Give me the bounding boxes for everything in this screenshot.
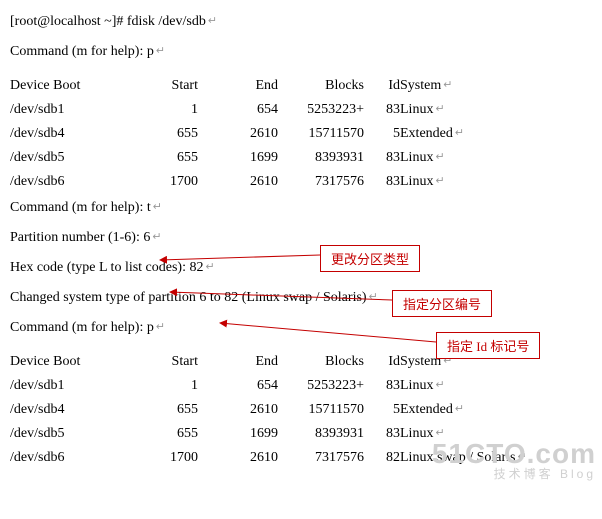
partition-table-1: Device Boot Start End Blocks Id System↵ … bbox=[10, 74, 550, 194]
shell-prompt: [root@localhost ~]# fdisk /dev/sdb↵ bbox=[10, 14, 592, 30]
cmd-text: Command (m for help): p bbox=[10, 44, 154, 59]
table-row: /dev/sdb1 1 654 5253223+ 83 Linux↵ bbox=[10, 374, 550, 398]
col-start: Start bbox=[106, 350, 198, 374]
col-device: Device Boot bbox=[10, 74, 106, 98]
cmd-text: Partition number (1-6): 6 bbox=[10, 230, 150, 245]
hex-code-line: Hex code (type L to list codes): 82↵ bbox=[10, 260, 592, 276]
col-blocks: Blocks bbox=[278, 74, 364, 98]
col-end: End bbox=[198, 350, 278, 374]
table-row: /dev/sdb6 1700 2610 7317576 82 Linux swa… bbox=[10, 446, 550, 470]
cmd-text: Command (m for help): t bbox=[10, 200, 151, 215]
return-icon: ↵ bbox=[203, 260, 214, 273]
fdisk-command-p1: Command (m for help): p↵ bbox=[10, 44, 592, 60]
table-row: /dev/sdb4 655 2610 15711570 5 Extended↵ bbox=[10, 398, 550, 422]
annotation-change-type: 更改分区类型 bbox=[320, 245, 420, 272]
return-icon: ↵ bbox=[154, 320, 165, 333]
col-id: Id bbox=[364, 74, 400, 98]
col-blocks: Blocks bbox=[278, 350, 364, 374]
fdisk-command-t: Command (m for help): t↵ bbox=[10, 200, 592, 216]
return-icon: ↵ bbox=[367, 290, 378, 303]
return-icon: ↵ bbox=[206, 14, 217, 27]
table-row: /dev/sdb5 655 1699 8393931 83 Linux↵ bbox=[10, 146, 550, 170]
table-row: /dev/sdb6 1700 2610 7317576 83 Linux↵ bbox=[10, 170, 550, 194]
return-icon: ↵ bbox=[154, 44, 165, 57]
col-end: End bbox=[198, 74, 278, 98]
table-row: /dev/sdb4 655 2610 15711570 5 Extended↵ bbox=[10, 122, 550, 146]
col-start: Start bbox=[106, 74, 198, 98]
col-id: Id bbox=[364, 350, 400, 374]
partition-table-2: Device Boot Start End Blocks Id System↵ … bbox=[10, 350, 550, 470]
prompt-text: [root@localhost ~]# fdisk /dev/sdb bbox=[10, 14, 206, 29]
partition-number-line: Partition number (1-6): 6↵ bbox=[10, 230, 592, 246]
annotation-partition-number: 指定分区编号 bbox=[392, 290, 492, 317]
cmd-text: Hex code (type L to list codes): 82 bbox=[10, 260, 203, 275]
table-row: /dev/sdb1 1 654 5253223+ 83 Linux↵ bbox=[10, 98, 550, 122]
changed-line: Changed system type of partition 6 to 82… bbox=[10, 290, 592, 306]
cmd-text: Command (m for help): p bbox=[10, 320, 154, 335]
col-device: Device Boot bbox=[10, 350, 106, 374]
cmd-text: Changed system type of partition 6 to 82… bbox=[10, 290, 367, 305]
return-icon: ↵ bbox=[150, 230, 161, 243]
col-system: System↵ bbox=[400, 74, 550, 98]
annotation-id-code: 指定 Id 标记号 bbox=[436, 332, 540, 359]
table-row: /dev/sdb5 655 1699 8393931 83 Linux↵ bbox=[10, 422, 550, 446]
table-header: Device Boot Start End Blocks Id System↵ bbox=[10, 74, 550, 98]
return-icon: ↵ bbox=[151, 200, 162, 213]
